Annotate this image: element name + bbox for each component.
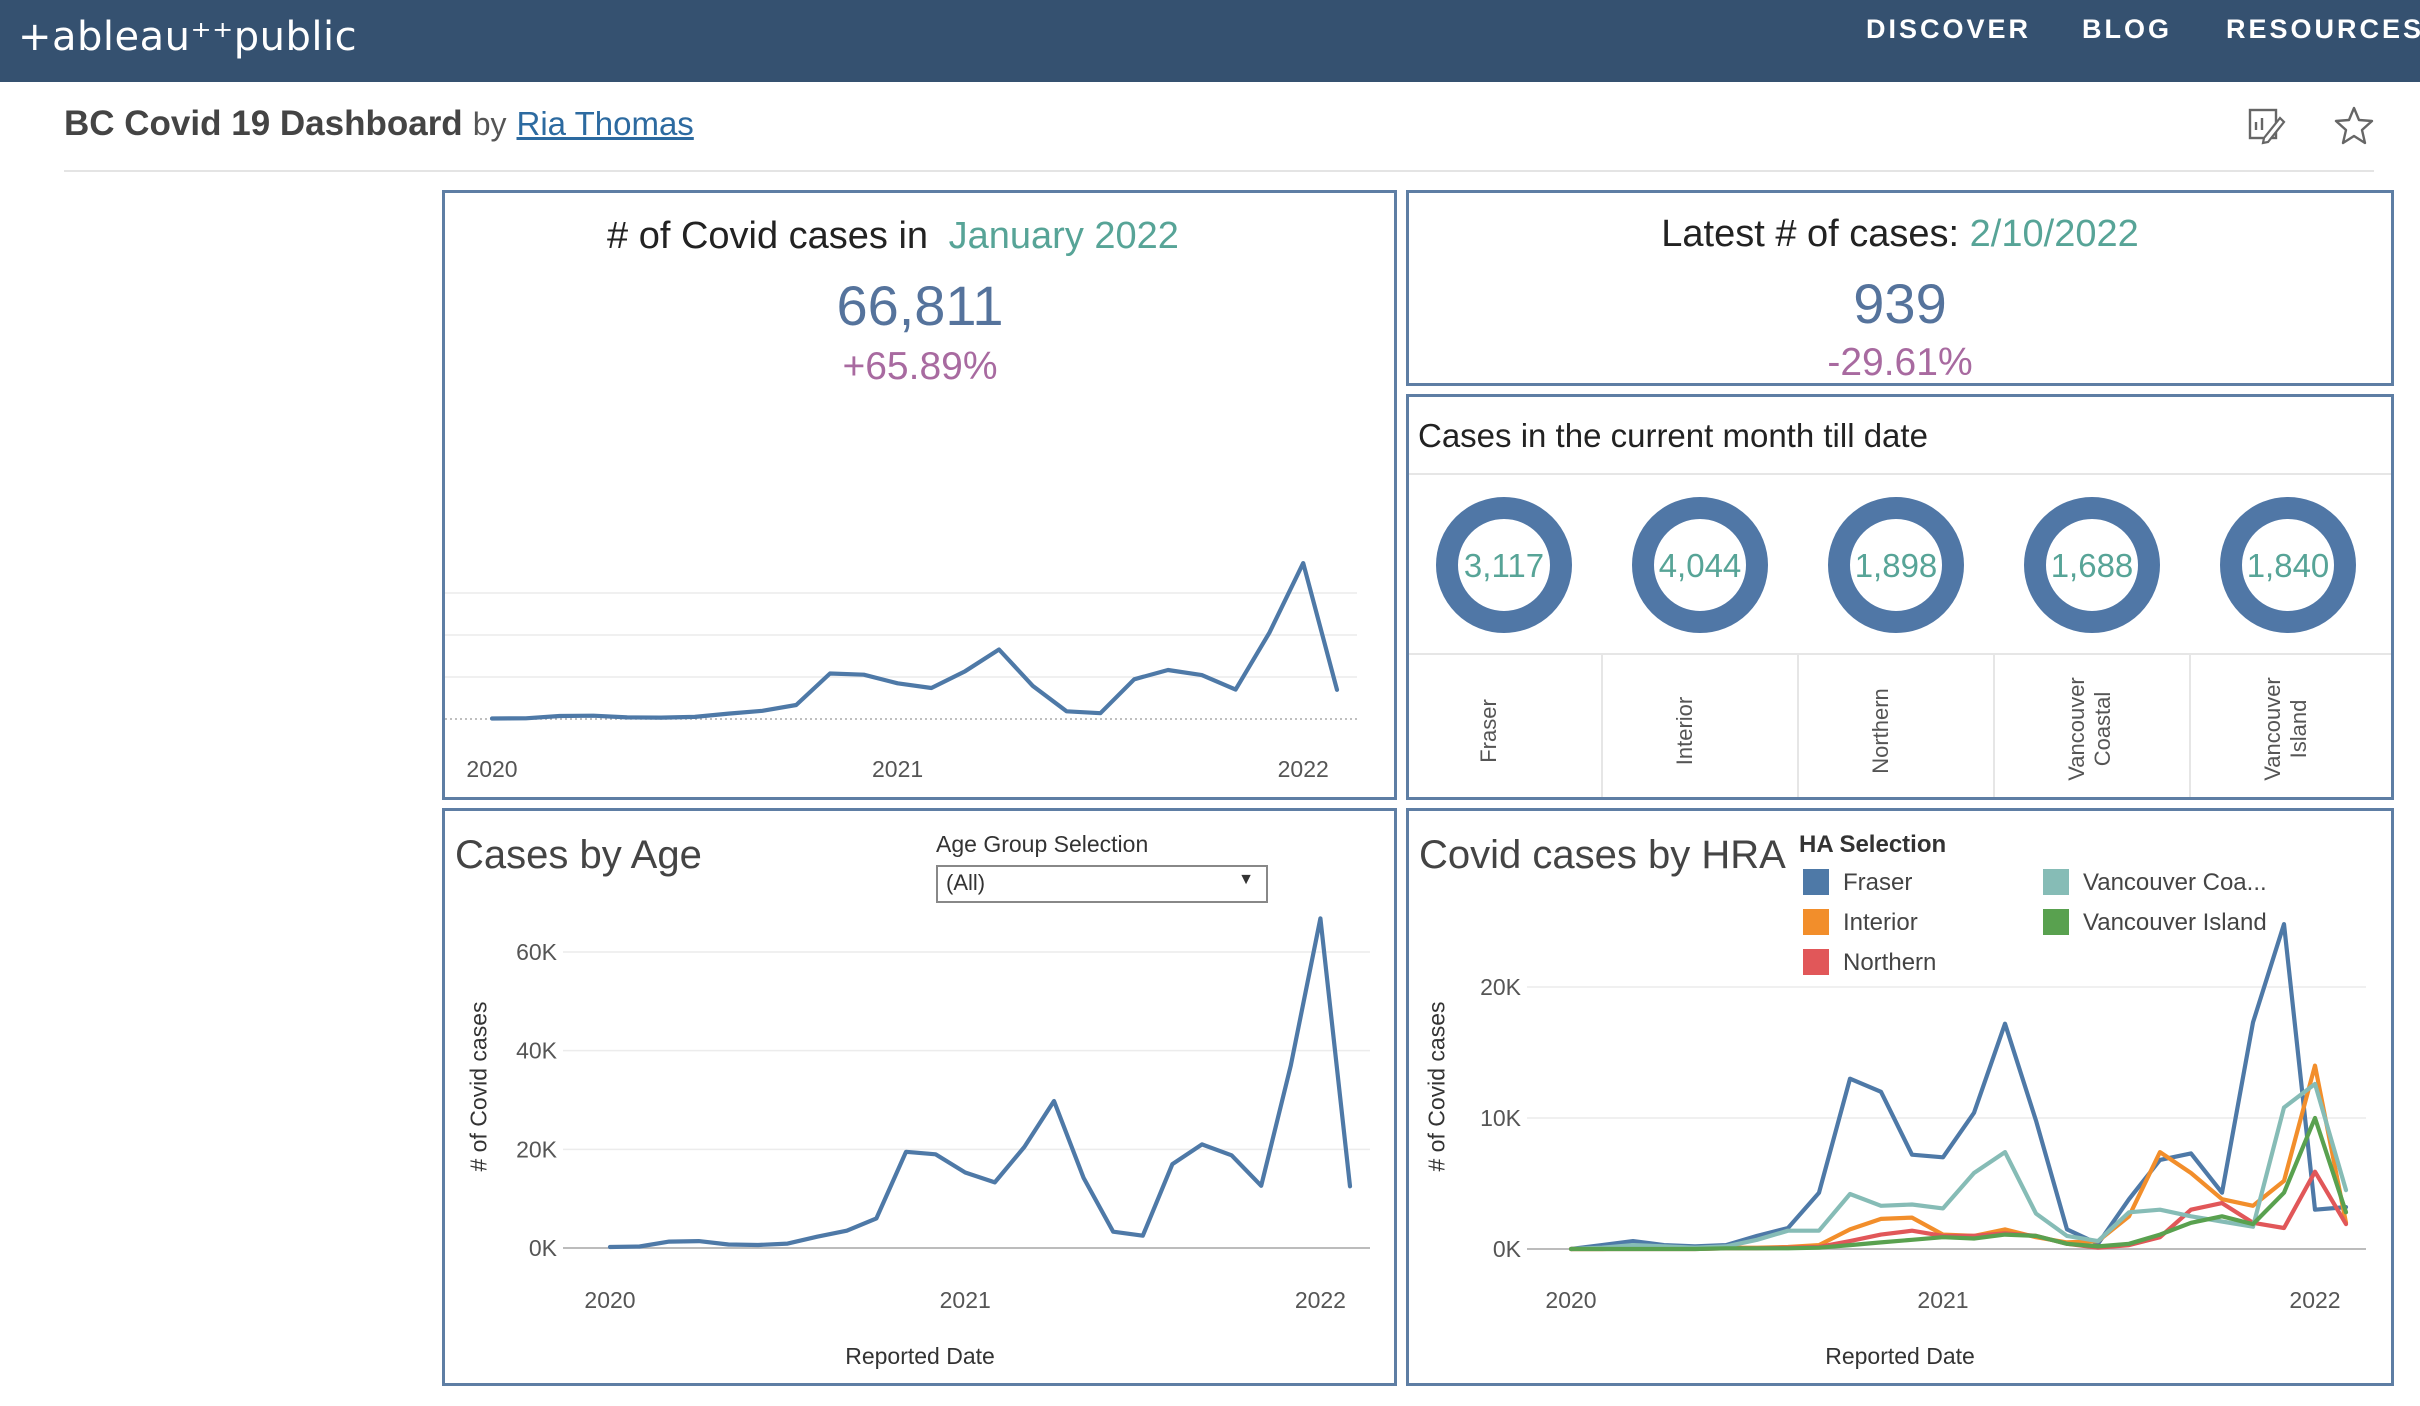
cases-by-hra-panel: Covid cases by HRA HA Selection Fraser I… [1406, 808, 2394, 1386]
y-tick-label: 60K [516, 939, 558, 965]
title-divider [64, 170, 2374, 172]
tableau-public-logo[interactable]: +ableau⁺⁺public [18, 14, 357, 60]
donut-northern[interactable]: 1,898 [1828, 497, 1964, 633]
x-tick-label: 2022 [1295, 1287, 1346, 1313]
y-tick-label: 0K [1493, 1236, 1522, 1262]
donut-value: 3,117 [1463, 547, 1545, 584]
cases-by-age-panel: Cases by Age Age Group Selection (All) ▼… [442, 808, 1397, 1386]
author-link[interactable]: Ria Thomas [517, 105, 694, 142]
x-tick-label: 2021 [1917, 1287, 1968, 1313]
latest-title-date: 2/10/2022 [1969, 213, 2139, 255]
nav-discover[interactable]: DISCOVER [1866, 14, 2031, 45]
latest-title-prefix: Latest # of cases: [1661, 213, 1960, 255]
region-label-vancouver-island: Vancouver Island [2260, 677, 2311, 781]
y-tick-label: 20K [1480, 974, 1522, 1000]
viz-title-row: BC Covid 19 Dashboard by Ria Thomas [64, 104, 694, 144]
x-tick-label: 2020 [466, 756, 517, 782]
x-tick-label: 2022 [1278, 756, 1329, 782]
donut-vancouver-island[interactable]: 1,840 [2220, 497, 2356, 633]
current-month-panel: Cases in the current month till date 3,1… [1406, 394, 2394, 800]
donut-vancouver-coastal[interactable]: 1,688 [2024, 497, 2160, 633]
top-navigation-bar: +ableau⁺⁺public DISCOVER BLOG RESOURCES [0, 0, 2420, 82]
region-axis-line [1409, 653, 2391, 655]
monthly-cases-line-chart: 2020 2021 2022 [445, 561, 1357, 782]
nav-resources[interactable]: RESOURCES [2226, 14, 2420, 45]
monthly-cases-panel: # of Covid cases in January 2022 66,811 … [442, 190, 1397, 800]
region-separator [2189, 655, 2191, 797]
current-month-title: Cases in the current month till date [1418, 417, 1928, 454]
latest-cases-change: -29.61% [1827, 341, 1973, 384]
region-label-interior: Interior [1672, 696, 1697, 766]
viz-title: BC Covid 19 Dashboard [64, 104, 463, 143]
cases-by-hra-line-chart: 0K 10K 20K 2020 2021 2022 [1480, 921, 2366, 1313]
region-label-northern: Northern [1868, 688, 1893, 774]
region-label-fraser: Fraser [1476, 699, 1501, 763]
x-tick-label: 2020 [584, 1287, 635, 1313]
y-tick-label: 40K [516, 1038, 558, 1064]
nav-blog[interactable]: BLOG [2082, 14, 2172, 45]
region-label-vancouver-coastal: Vancouver Coastal [2064, 677, 2115, 781]
x-tick-label: 2022 [2289, 1287, 2340, 1313]
donut-value: 1,898 [1854, 547, 1938, 584]
series-line-cases [607, 916, 1353, 1250]
edit-viz-icon[interactable] [2244, 104, 2288, 148]
by-label: by [472, 106, 507, 142]
donut-value: 1,840 [2246, 547, 2330, 584]
series-line-cases [489, 561, 1340, 721]
donut-interior[interactable]: 4,044 [1632, 497, 1768, 633]
region-separator [1993, 655, 1995, 797]
latest-cases-value: 939 [1853, 272, 1947, 335]
region-separator [1797, 655, 1799, 797]
latest-cases-panel: Latest # of cases: 2/10/2022 939 -29.61% [1406, 190, 2394, 386]
x-tick-label: 2020 [1545, 1287, 1596, 1313]
current-month-divider [1409, 473, 2391, 475]
donut-fraser[interactable]: 3,117 [1436, 497, 1572, 633]
donut-value: 4,044 [1658, 547, 1742, 584]
y-tick-label: 10K [1480, 1105, 1522, 1131]
x-tick-label: 2021 [872, 756, 923, 782]
region-separator [1601, 655, 1603, 797]
y-tick-label: 0K [529, 1235, 558, 1261]
series-line-vancouver-coa- [1568, 1081, 2349, 1252]
x-tick-label: 2021 [940, 1287, 991, 1313]
latest-cases-title: Latest # of cases: 2/10/2022 [1409, 213, 2391, 256]
favorite-star-icon[interactable] [2332, 104, 2376, 148]
cases-by-age-line-chart: 0K 20K 40K 60K 2020 2021 2022 [516, 916, 1370, 1313]
donut-value: 1,688 [2050, 547, 2134, 584]
y-tick-label: 20K [516, 1136, 558, 1162]
